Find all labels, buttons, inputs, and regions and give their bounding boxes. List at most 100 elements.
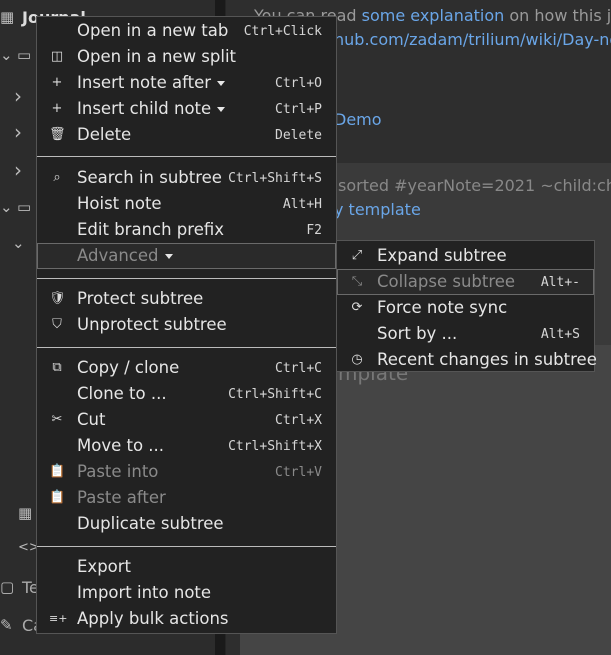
folder-icon: ▭ [17, 46, 32, 64]
menu-item-label: Unprotect subtree [77, 315, 227, 334]
menu-item-label: Move to ... [77, 436, 165, 455]
menu-item-shortcut: Alt+- [540, 275, 580, 290]
submenu-collapse-subtree[interactable]: ⤡ Collapse subtree Alt+- [337, 269, 594, 295]
menu-item-label: Paste into [77, 462, 159, 481]
search-query-text: sorted #yearNote=2021 ~child:child [338, 176, 611, 195]
menu-item-shortcut: Ctrl+C [275, 361, 322, 376]
menu-item-label: Insert child note [77, 97, 226, 121]
menu-paste-into[interactable]: 📋 Paste into Ctrl+V [37, 459, 336, 485]
menu-insert-note-after[interactable]: + Insert note after Ctrl+O [37, 70, 336, 96]
menu-item-shortcut: Alt+H [282, 197, 322, 212]
menu-item-text: Insert child note [77, 99, 212, 118]
menu-move-to[interactable]: Move to ... Ctrl+Shift+X [37, 433, 336, 459]
calendar-icon: ▦ [18, 504, 33, 522]
copy-icon: ⧉ [52, 360, 62, 375]
menu-item-label: Force note sync [377, 298, 508, 317]
menu-protect-subtree[interactable]: 🛡 Protect subtree [37, 286, 336, 312]
menu-item-label: Search in subtree [77, 168, 222, 187]
menu-item-shortcut: Ctrl+X [275, 413, 322, 428]
menu-item-shortcut: Delete [275, 128, 322, 143]
menu-item-shortcut: Ctrl+Shift+C [228, 387, 322, 402]
pencil-icon: ✎ [0, 616, 13, 634]
menu-advanced[interactable]: Advanced [37, 243, 336, 269]
menu-cut[interactable]: ✂ Cut Ctrl+X [37, 407, 336, 433]
menu-item-label: Open in a new split [77, 47, 237, 66]
menu-apply-bulk-actions[interactable]: ≡+ Apply bulk actions [37, 606, 336, 632]
menu-paste-after[interactable]: 📋 Paste after [37, 485, 336, 511]
menu-item-label: Apply bulk actions [77, 609, 229, 628]
calendar-icon: ▦ [0, 8, 15, 26]
collapse-icon: ⤡ [351, 274, 363, 289]
menu-copy-clone[interactable]: ⧉ Copy / clone Ctrl+C [37, 355, 336, 381]
tree-toggle-4[interactable]: ⌄ [12, 234, 25, 252]
menu-hoist-note[interactable]: Hoist note Alt+H [37, 191, 336, 217]
caret-down-icon [217, 107, 226, 112]
menu-duplicate-subtree[interactable]: Duplicate subtree [37, 511, 336, 537]
menu-search-in-subtree[interactable]: ⌕ Search in subtree Ctrl+Shift+S [37, 165, 336, 191]
context-menu: Open in a new tab Ctrl+Click ◫ Open in a… [36, 16, 337, 634]
submenu-sort-by[interactable]: Sort by ... Alt+S [337, 321, 594, 347]
note-text: on how this jo [504, 6, 611, 25]
chevron-down-icon[interactable]: ⌄ [0, 46, 13, 64]
tree-toggle-3[interactable]: › [14, 158, 22, 182]
plus-icon: + [51, 101, 63, 116]
menu-item-label: Delete [77, 125, 132, 144]
menu-item-label: Edit branch prefix [77, 220, 225, 239]
menu-item-shortcut: Ctrl+Shift+X [228, 439, 322, 454]
advanced-submenu: ⤢ Expand subtree ⤡ Collapse subtree Alt+… [336, 240, 597, 373]
shield-check-icon: 🛡 [49, 291, 66, 306]
menu-item-label: Paste after [77, 488, 166, 507]
menu-item-label: Hoist note [77, 194, 162, 213]
menu-item-label: Protect subtree [77, 289, 204, 308]
menu-import-into-note[interactable]: Import into note [37, 580, 336, 606]
menu-item-label: Copy / clone [77, 358, 180, 377]
menu-item-label: Expand subtree [377, 246, 507, 265]
menu-item-shortcut: F2 [306, 223, 322, 238]
expand-icon: ⤢ [351, 248, 363, 263]
note-link[interactable]: hub.com/zadam/trilium/wiki/Day-no [334, 30, 611, 49]
menu-unprotect-subtree[interactable]: ⛉ Unprotect subtree [37, 312, 336, 338]
menu-item-shortcut: Alt+S [540, 327, 580, 342]
submenu-expand-subtree[interactable]: ⤢ Expand subtree [337, 243, 594, 269]
split-icon: ◫ [50, 49, 64, 64]
menu-item-shortcut: Ctrl+Shift+S [228, 171, 322, 186]
submenu-force-note-sync[interactable]: ⟳ Force note sync [337, 295, 594, 321]
menu-edit-branch-prefix[interactable]: Edit branch prefix F2 [37, 217, 336, 243]
menu-item-shortcut: Ctrl+Click [243, 24, 322, 39]
menu-separator [37, 546, 336, 547]
caret-down-icon [164, 254, 173, 259]
menu-item-label: Clone to ... [77, 384, 167, 403]
folder-icon: ▭ [17, 198, 32, 216]
search-icon: ⌕ [53, 170, 61, 185]
menu-separator [37, 156, 336, 157]
template-link[interactable]: y template [334, 200, 421, 219]
chevron-down-icon[interactable]: ⌄ [0, 198, 13, 216]
menu-item-shortcut: Ctrl+O [275, 76, 322, 91]
bulk-actions-icon: ≡+ [49, 612, 68, 625]
menu-item-text: Advanced [77, 246, 159, 265]
plus-icon: + [51, 75, 63, 90]
menu-export[interactable]: Export [37, 554, 336, 580]
scissors-icon: ✂ [51, 412, 63, 427]
menu-insert-child-note[interactable]: + Insert child note Ctrl+P [37, 96, 336, 122]
menu-item-label: Sort by ... [377, 324, 458, 343]
demo-link[interactable]: Demo [334, 110, 382, 129]
menu-open-new-tab[interactable]: Open in a new tab Ctrl+Click [37, 18, 336, 44]
menu-item-label: Cut [77, 410, 106, 429]
menu-item-label: Advanced [77, 244, 173, 268]
history-icon: ◷ [351, 352, 363, 367]
open-tab-icon [49, 22, 65, 40]
menu-open-new-split[interactable]: ◫ Open in a new split [37, 44, 336, 70]
menu-item-label: Export [77, 557, 132, 576]
menu-item-label: Recent changes in subtree [377, 350, 597, 369]
tree-toggle-1[interactable]: › [14, 84, 22, 108]
note-link[interactable]: some explanation [362, 6, 505, 25]
menu-delete[interactable]: 🗑 Delete Delete [37, 122, 336, 148]
menu-item-text: Insert note after [77, 73, 212, 92]
shield-icon: ⛉ [52, 317, 62, 332]
menu-separator [37, 347, 336, 348]
menu-clone-to[interactable]: Clone to ... Ctrl+Shift+C [37, 381, 336, 407]
note-icon: ▢ [0, 578, 15, 596]
tree-toggle-2[interactable]: › [14, 120, 22, 144]
submenu-recent-changes[interactable]: ◷ Recent changes in subtree [337, 347, 597, 373]
